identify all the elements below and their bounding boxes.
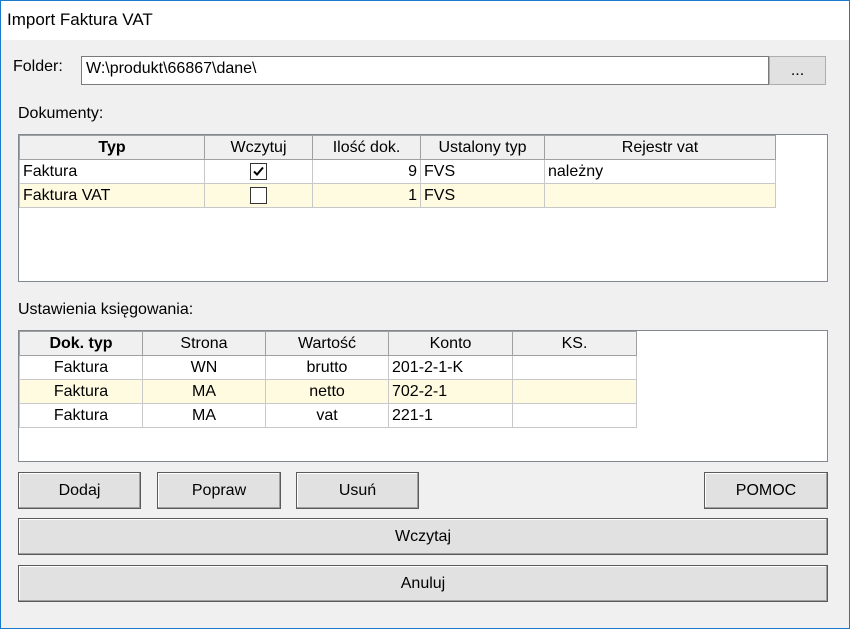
settings-header-row: Dok. typ Strona Wartość Konto KS. bbox=[19, 331, 637, 356]
col-header-ustalony-typ[interactable]: Ustalony typ bbox=[420, 135, 545, 160]
documents-grid[interactable]: Typ Wczytuj Ilość dok. Ustalony typ Reje… bbox=[18, 134, 828, 282]
settings-label: Ustawienia księgowania: bbox=[18, 301, 194, 318]
cell-ustalony-typ: FVS bbox=[420, 159, 545, 184]
wczytuj-checkbox-unchecked[interactable] bbox=[250, 186, 267, 204]
cell-ilosc: 9 bbox=[312, 159, 421, 184]
cell-ilosc: 1 bbox=[312, 183, 421, 208]
window-title: Import Faktura VAT bbox=[7, 10, 153, 29]
delete-button[interactable]: Usuń bbox=[296, 472, 419, 509]
col-header-konto[interactable]: Konto bbox=[388, 331, 513, 356]
cell-konto: 201-2-1-K bbox=[388, 355, 513, 380]
settings-grid[interactable]: Dok. typ Strona Wartość Konto KS. Faktur… bbox=[18, 330, 828, 462]
cell-ks bbox=[512, 379, 637, 404]
add-button[interactable]: Dodaj bbox=[18, 472, 141, 509]
col-header-ks[interactable]: KS. bbox=[512, 331, 637, 356]
col-header-dok-typ[interactable]: Dok. typ bbox=[19, 331, 143, 356]
cell-ks bbox=[512, 355, 637, 380]
cell-typ: Faktura VAT bbox=[19, 183, 205, 208]
wczytuj-checkbox-checked[interactable] bbox=[250, 162, 267, 180]
cancel-button[interactable]: Anuluj bbox=[18, 565, 828, 602]
cell-ustalony-typ: FVS bbox=[420, 183, 545, 208]
col-header-strona[interactable]: Strona bbox=[142, 331, 266, 356]
cell-dok-typ: Faktura bbox=[19, 403, 143, 428]
documents-label: Dokumenty: bbox=[18, 105, 104, 122]
help-button[interactable]: POMOC bbox=[704, 472, 828, 509]
cell-dok-typ: Faktura bbox=[19, 355, 143, 380]
col-header-wczytuj[interactable]: Wczytuj bbox=[204, 135, 313, 160]
col-header-rejestr-vat[interactable]: Rejestr vat bbox=[544, 135, 776, 160]
cell-wartosc: vat bbox=[265, 403, 389, 428]
col-header-wartosc[interactable]: Wartość bbox=[265, 331, 389, 356]
cell-strona: WN bbox=[142, 355, 266, 380]
cell-konto: 221-1 bbox=[388, 403, 513, 428]
cell-strona: MA bbox=[142, 379, 266, 404]
load-button[interactable]: Wczytaj bbox=[18, 518, 828, 555]
import-dialog: Import Faktura VAT Folder: W:\produkt\66… bbox=[0, 0, 850, 629]
cell-rejestr-vat: należny bbox=[544, 159, 776, 184]
browse-folder-button[interactable]: ... bbox=[769, 56, 826, 85]
folder-path-input[interactable]: W:\produkt\66867\dane\ bbox=[81, 56, 769, 85]
cell-ks bbox=[512, 403, 637, 428]
cell-wartosc: netto bbox=[265, 379, 389, 404]
table-row[interactable]: Faktura MA vat 221-1 bbox=[19, 403, 637, 428]
col-header-ilosc[interactable]: Ilość dok. bbox=[312, 135, 421, 160]
cell-wartosc: brutto bbox=[265, 355, 389, 380]
table-row[interactable]: Faktura VAT 1 FVS bbox=[19, 183, 776, 208]
table-row[interactable]: Faktura 9 FVS należny bbox=[19, 159, 776, 184]
title-bar: Import Faktura VAT bbox=[1, 1, 849, 40]
folder-label: Folder: bbox=[13, 58, 63, 75]
cell-dok-typ: Faktura bbox=[19, 379, 143, 404]
check-icon bbox=[253, 166, 264, 176]
cell-rejestr-vat bbox=[544, 183, 776, 208]
edit-button[interactable]: Popraw bbox=[157, 472, 281, 509]
table-row[interactable]: Faktura WN brutto 201-2-1-K bbox=[19, 355, 637, 380]
table-row[interactable]: Faktura MA netto 702-2-1 bbox=[19, 379, 637, 404]
cell-wczytuj bbox=[204, 159, 313, 184]
cell-wczytuj bbox=[204, 183, 313, 208]
col-header-typ[interactable]: Typ bbox=[19, 135, 205, 160]
cell-typ: Faktura bbox=[19, 159, 205, 184]
cell-konto: 702-2-1 bbox=[388, 379, 513, 404]
documents-header-row: Typ Wczytuj Ilość dok. Ustalony typ Reje… bbox=[19, 135, 776, 160]
cell-strona: MA bbox=[142, 403, 266, 428]
